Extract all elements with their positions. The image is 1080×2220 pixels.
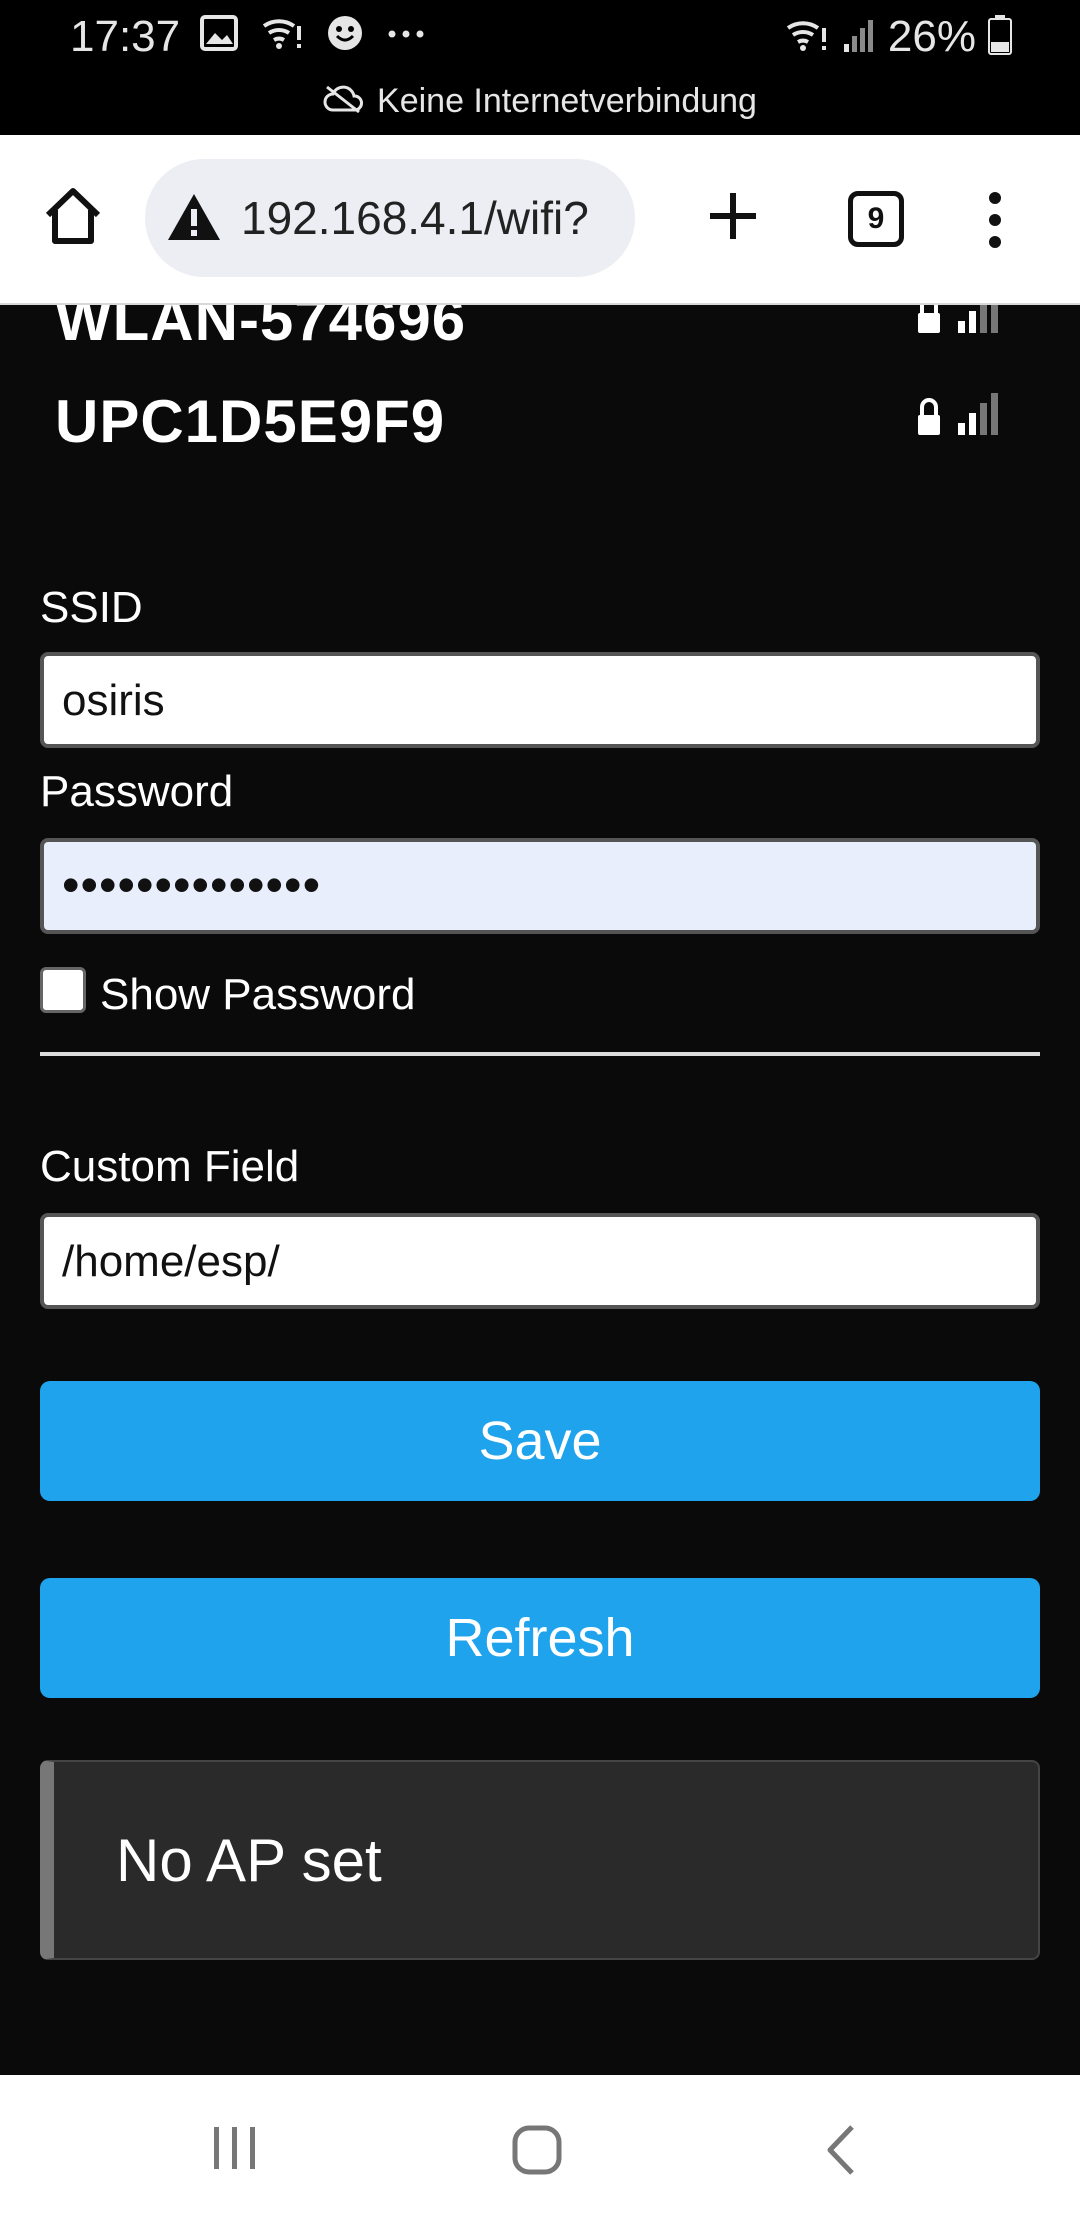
lock-signal-icon xyxy=(914,391,1010,446)
network-ssid[interactable]: UPC1D5E9F9 xyxy=(55,387,445,456)
network-ssid[interactable]: WLAN-574696 xyxy=(55,305,466,354)
ssid-value[interactable]: osiris xyxy=(62,676,165,726)
show-password-checkbox[interactable] xyxy=(40,967,86,1013)
lock-signal-icon xyxy=(914,305,1010,344)
password-value[interactable]: •••••••••••••• xyxy=(62,856,321,914)
show-password-label[interactable]: Show Password xyxy=(100,970,415,1020)
new-tab-icon[interactable] xyxy=(700,183,766,249)
password-label: Password xyxy=(40,767,234,816)
more-dots-icon xyxy=(386,27,426,45)
custom-field-input[interactable]: /home/esp/ xyxy=(40,1213,1040,1309)
battery-icon xyxy=(988,14,1012,60)
status-message: No AP set xyxy=(116,1827,382,1894)
address-bar[interactable]: 192.168.4.1/wifi? xyxy=(145,159,635,277)
connectivity-notice-text: Keine Internetverbindung xyxy=(377,82,757,120)
browser-toolbar: 192.168.4.1/wifi? 9 xyxy=(0,135,1080,305)
save-button[interactable]: Save xyxy=(40,1381,1040,1501)
ssid-input[interactable]: osiris xyxy=(40,652,1040,748)
navigation-bar xyxy=(0,2075,1080,2220)
network-item[interactable]: WLAN-574696 xyxy=(0,305,1080,363)
url-text[interactable]: 192.168.4.1/wifi? xyxy=(241,191,589,245)
system-icons: 26% xyxy=(784,12,1012,62)
tab-switcher-button[interactable]: 9 xyxy=(848,191,904,247)
wifi-alert-icon xyxy=(260,14,304,57)
menu-icon[interactable] xyxy=(980,190,1010,250)
ssid-label: SSID xyxy=(40,583,143,632)
home-icon[interactable] xyxy=(40,183,106,249)
connectivity-notice: Keine Internetverbindung xyxy=(0,82,1080,123)
battery-percent: 26% xyxy=(887,12,976,61)
password-input[interactable]: •••••••••••••• xyxy=(40,838,1040,934)
status-bar: 17:37 26% Keine Internetverbindung xyxy=(0,0,1080,135)
status-time: 17:37 xyxy=(70,12,181,61)
cloud-off-icon xyxy=(323,84,364,123)
custom-field-label: Custom Field xyxy=(40,1142,300,1191)
page-content: WLAN-574696 UPC1D5E9F9 SSID osiris Passw… xyxy=(0,305,1080,2075)
image-icon xyxy=(200,14,238,57)
wifi-icon xyxy=(784,16,830,59)
notification-icons xyxy=(200,14,426,57)
home-nav-icon[interactable] xyxy=(510,2123,564,2182)
custom-field-value[interactable]: /home/esp/ xyxy=(62,1237,280,1287)
recent-apps-icon[interactable] xyxy=(210,2123,260,2178)
divider xyxy=(40,1052,1040,1056)
status-message-box: No AP set xyxy=(40,1760,1040,1960)
smiley-icon xyxy=(326,14,364,57)
signal-icon xyxy=(842,16,876,59)
refresh-button[interactable]: Refresh xyxy=(40,1578,1040,1698)
back-icon[interactable] xyxy=(820,2123,860,2182)
warning-icon[interactable] xyxy=(165,191,223,248)
network-item[interactable]: UPC1D5E9F9 xyxy=(0,387,1080,487)
